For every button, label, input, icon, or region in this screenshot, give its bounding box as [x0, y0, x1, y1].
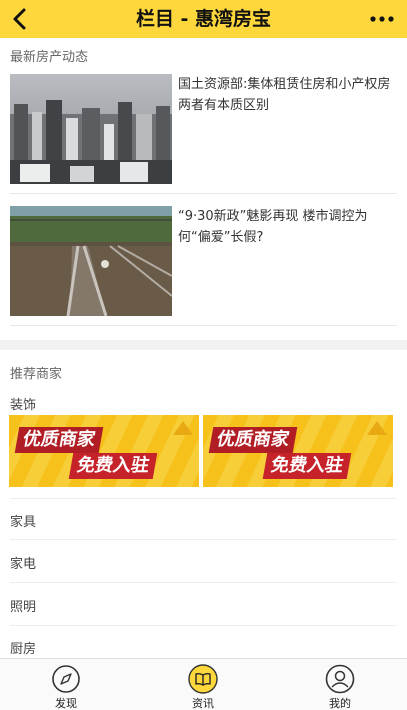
- category-lighting[interactable]: 照明: [10, 584, 397, 626]
- news-item[interactable]: 国土资源部:集体租赁住房和小产权房两者有本质区别: [10, 62, 397, 194]
- more-dots-icon: [370, 16, 394, 22]
- book-icon: [188, 664, 218, 694]
- triangle-decoration: [367, 421, 387, 435]
- category-label: 照明: [10, 600, 37, 615]
- railway-track-photo: [10, 206, 172, 316]
- news-item[interactable]: “9·30新政”魅影再现 楼市调控为何“偏爱”长假?: [10, 194, 397, 326]
- banner-line2: 免费入驻: [262, 453, 352, 479]
- banner-line1: 优质商家: [14, 427, 104, 453]
- tab-label: 我的: [329, 697, 351, 710]
- category-label: 厨房: [10, 642, 37, 657]
- merchant-banner[interactable]: 优质商家 免费入驻: [203, 415, 393, 487]
- more-button[interactable]: [367, 6, 397, 32]
- bottom-tab-bar: 发现 资讯 我的: [0, 658, 407, 710]
- tab-label: 发现: [55, 697, 77, 710]
- tab-news[interactable]: 资讯: [163, 661, 243, 710]
- category-furniture[interactable]: 家具: [10, 498, 397, 540]
- compass-icon: [52, 665, 80, 693]
- category-decoration[interactable]: 装饰: [10, 394, 36, 413]
- banner-line2: 免费入驻: [68, 453, 158, 479]
- news-title: “9·30新政”魅影再现 楼市调控为何“偏爱”长假?: [178, 209, 368, 245]
- banner-line1: 优质商家: [208, 427, 298, 453]
- merchants-section-title: 推荐商家: [10, 367, 63, 382]
- city-skyline-photo: [10, 74, 172, 184]
- category-label: 家具: [10, 515, 37, 530]
- news-title: 国土资源部:集体租赁住房和小产权房两者有本质区别: [178, 77, 391, 113]
- category-appliances[interactable]: 家电: [10, 541, 397, 583]
- triangle-decoration: [173, 421, 193, 435]
- tab-label: 资讯: [192, 697, 214, 710]
- merchant-banner[interactable]: 优质商家 免费入驻: [9, 415, 199, 487]
- tab-discover[interactable]: 发现: [26, 661, 106, 710]
- category-label: 家电: [10, 557, 37, 572]
- user-icon: [325, 664, 355, 694]
- tab-mine[interactable]: 我的: [300, 661, 380, 710]
- section-divider: [0, 340, 407, 350]
- page-title: 栏目 - 惠湾房宝: [135, 8, 272, 30]
- top-bar: 栏目 - 惠湾房宝: [0, 0, 407, 38]
